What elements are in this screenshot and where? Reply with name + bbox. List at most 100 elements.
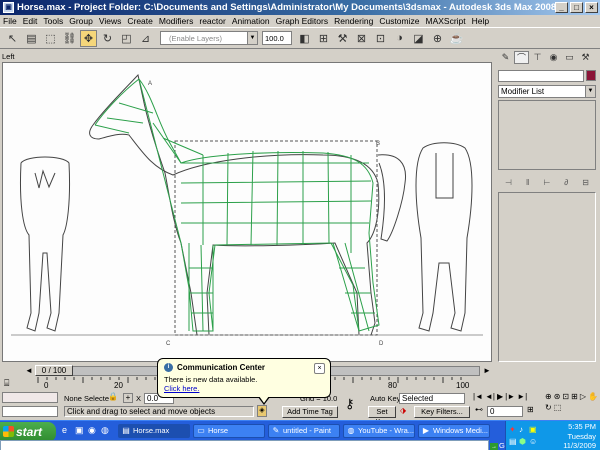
key-mode-toggle-icon[interactable]: ⊷ (475, 405, 483, 414)
scale-icon[interactable]: ◰ (118, 30, 135, 47)
minimize-button[interactable]: _ (555, 2, 568, 13)
play-icon[interactable]: ▶ (497, 392, 503, 401)
teapot-icon[interactable]: ☕ (448, 30, 465, 47)
render-icon[interactable]: ⊕ (429, 30, 446, 47)
clock-time[interactable]: 5:35 PM (568, 422, 596, 431)
curve-editor-icon[interactable]: ⊞ (315, 30, 332, 47)
modify-tab-icon[interactable]: ⌒ (514, 51, 529, 64)
menu-group[interactable]: Group (69, 16, 93, 26)
render-frame-icon[interactable]: ◑ (391, 30, 408, 47)
prev-frame-icon[interactable]: ◄ (25, 366, 33, 375)
schematic-view-icon[interactable]: ⚒ (334, 30, 351, 47)
set-key-button[interactable]: Set Key (368, 406, 396, 426)
tray-volume-icon[interactable]: ♪ (519, 425, 523, 434)
show-end-result-icon[interactable]: ‖ (526, 178, 529, 187)
task-horse-folder[interactable]: ▭ Horse (193, 424, 265, 438)
close-button[interactable]: × (585, 2, 598, 13)
menu-reactor[interactable]: reactor (199, 16, 225, 26)
link-icon[interactable]: ⛓ (61, 30, 78, 47)
object-color-swatch[interactable] (586, 70, 596, 81)
mediaplayer-quicklaunch-icon[interactable]: ◉ (88, 425, 98, 437)
add-time-tag-button[interactable]: Add Time Tag (282, 406, 338, 418)
menu-graph-editors[interactable]: Graph Editors (276, 16, 328, 26)
time-slider-thumb[interactable]: 0 / 100 (35, 365, 73, 376)
close-icon[interactable]: × (314, 363, 325, 374)
start-button[interactable]: start (0, 422, 56, 442)
task-windows-media[interactable]: ▶ Windows Medi... (418, 424, 490, 438)
maxscript-listener-field[interactable] (2, 392, 58, 403)
motion-tab-icon[interactable]: ◉ (546, 51, 561, 64)
tray-messenger-icon[interactable]: ☺ (529, 437, 537, 446)
modifier-stack[interactable] (498, 100, 596, 170)
tray-display-icon[interactable]: ▤ (509, 437, 517, 446)
tray-update-icon[interactable]: ⬢ (519, 437, 526, 446)
time-config-icon[interactable]: ⊞ (527, 405, 534, 414)
display-tab-icon[interactable]: ▭ (562, 51, 577, 64)
configure-sets-icon[interactable]: ⊟ (582, 178, 589, 187)
mirror-icon[interactable]: ⊿ (137, 30, 154, 47)
make-unique-icon[interactable]: ⊢ (543, 178, 550, 187)
select-by-name-icon[interactable]: ▤ (23, 30, 40, 47)
pan-icon[interactable]: ✋ (588, 392, 598, 401)
tray-security-icon[interactable]: ✦ (509, 425, 516, 434)
desktop-quicklaunch-icon[interactable]: ▣ (75, 425, 85, 437)
firefox-quicklaunch-icon[interactable]: ◍ (101, 425, 111, 437)
zoom-icon[interactable]: ⊕ (545, 392, 552, 401)
layer-manager-icon[interactable]: ◧ (296, 30, 313, 47)
select-object-icon[interactable]: ↖ (4, 30, 21, 47)
selected-dropdown[interactable]: Selected (399, 393, 465, 404)
current-frame-field[interactable]: 0 (487, 406, 523, 417)
menu-customize[interactable]: Customize (379, 16, 419, 26)
utilities-tab-icon[interactable]: ⚒ (578, 51, 593, 64)
viewport-label[interactable]: Left (2, 52, 15, 61)
orbit-icon[interactable]: ↻ (545, 403, 552, 412)
task-paint[interactable]: ✎ untitled - Paint (268, 424, 340, 438)
zoom-extents-all-icon[interactable]: ⊞ (571, 392, 578, 401)
tray-network-icon[interactable]: ▣ (529, 425, 537, 434)
balloon-link[interactable]: Click here. (164, 384, 324, 393)
menu-animation[interactable]: Animation (232, 16, 270, 26)
ie-quicklaunch-icon[interactable]: e (62, 425, 72, 437)
time-tag-icon[interactable]: ◈ (257, 405, 267, 417)
auto-key-button[interactable]: Auto Key (370, 394, 400, 403)
task-youtube[interactable]: ◍ YouTube - Wra... (343, 424, 415, 438)
rotate-icon[interactable]: ↻ (99, 30, 116, 47)
modifier-list-dropdown[interactable]: Modifier List ▼ (498, 85, 596, 98)
maxscript-input-field[interactable] (2, 406, 58, 417)
object-name-field[interactable] (498, 70, 584, 82)
task-horse-max[interactable]: ▤ Horse.max (118, 424, 190, 438)
go-to-end-icon[interactable]: ►| (517, 392, 527, 401)
percent-field[interactable]: 100.0 (262, 31, 292, 45)
remove-modifier-icon[interactable]: ∂ (564, 178, 568, 187)
maximize-button[interactable]: □ (570, 2, 583, 13)
layers-dropdown[interactable]: (Enable Layers) ▼ (160, 31, 258, 45)
pin-stack-icon[interactable]: ⊣ (505, 178, 512, 187)
menu-modifiers[interactable]: Modifiers (159, 16, 193, 26)
select-region-icon[interactable]: ⬚ (42, 30, 59, 47)
lock-icon[interactable]: 🔒 (108, 392, 118, 401)
app-icon[interactable]: ▣ (3, 2, 14, 13)
create-tab-icon[interactable]: ✎ (498, 51, 513, 64)
quick-render-icon[interactable]: ◪ (410, 30, 427, 47)
key-filters-button[interactable]: Key Filters... (414, 406, 470, 418)
render-setup-icon[interactable]: ⊡ (372, 30, 389, 47)
track-bar-icon[interactable]: ⌸ (4, 378, 9, 389)
key-icon[interactable]: ⚷ (345, 396, 355, 412)
menu-rendering[interactable]: Rendering (334, 16, 373, 26)
key-mode-icon[interactable]: ⬗ (400, 406, 412, 418)
next-frame-icon[interactable]: ► (483, 366, 491, 375)
menu-tools[interactable]: Tools (43, 16, 63, 26)
menu-maxscript[interactable]: MAXScript (425, 16, 465, 26)
menu-help[interactable]: Help (472, 16, 489, 26)
field-of-view-icon[interactable]: ▷ (580, 392, 586, 401)
go-to-start-icon[interactable]: |◄ (473, 392, 483, 401)
address-bar-input[interactable] (0, 440, 489, 450)
zoom-extents-icon[interactable]: ⊡ (562, 392, 569, 401)
menu-edit[interactable]: Edit (23, 16, 38, 26)
next-frame-icon[interactable]: |► (505, 392, 515, 401)
left-viewport[interactable]: A B C D (2, 62, 492, 362)
maximize-viewport-icon[interactable]: ⬚ (554, 403, 562, 412)
select-and-move-icon[interactable]: ✥ (80, 29, 97, 47)
menu-views[interactable]: Views (99, 16, 122, 26)
absolute-mode-icon[interactable]: + (123, 393, 133, 403)
